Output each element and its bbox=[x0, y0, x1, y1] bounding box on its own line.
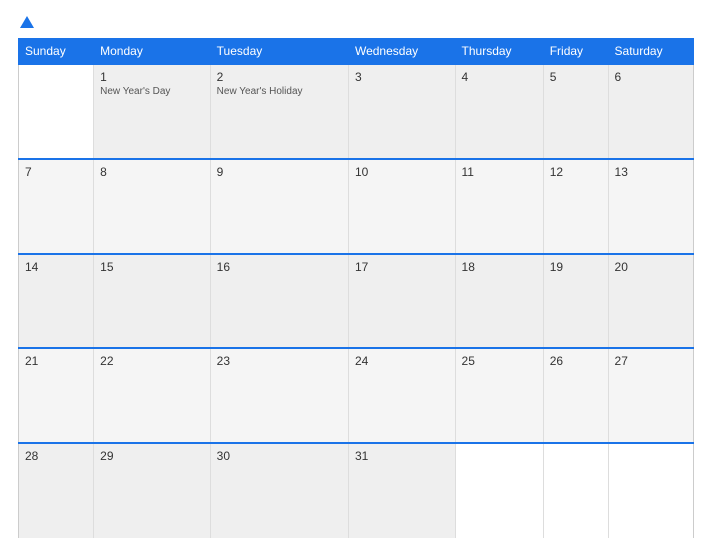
calendar-page: SundayMondayTuesdayWednesdayThursdayFrid… bbox=[0, 0, 712, 550]
calendar-cell: 31 bbox=[348, 443, 455, 538]
day-number: 31 bbox=[355, 449, 449, 463]
weekday-header-tuesday: Tuesday bbox=[210, 39, 348, 65]
calendar-body: 1 New Year's Day 2 New Year's Holiday 3456 78… bbox=[19, 64, 694, 538]
day-number: 12 bbox=[550, 165, 602, 179]
day-number: 17 bbox=[355, 260, 449, 274]
day-number: 10 bbox=[355, 165, 449, 179]
calendar-cell: 12 bbox=[543, 159, 608, 254]
day-number: 30 bbox=[217, 449, 342, 463]
calendar-week-row: 21 22 23 24 25 26 27 bbox=[19, 348, 694, 443]
calendar-cell: 10 bbox=[348, 159, 455, 254]
day-number: 27 bbox=[615, 354, 687, 368]
calendar-cell bbox=[543, 443, 608, 538]
day-number: 22 bbox=[100, 354, 204, 368]
calendar-cell: 14 bbox=[19, 254, 94, 349]
calendar-cell: 29 bbox=[94, 443, 211, 538]
day-number: 28 bbox=[25, 449, 87, 463]
day-number: 26 bbox=[550, 354, 602, 368]
calendar-cell: 22 bbox=[94, 348, 211, 443]
day-number: 20 bbox=[615, 260, 687, 274]
day-number: 21 bbox=[25, 354, 87, 368]
day-number: 7 bbox=[25, 165, 87, 179]
calendar-cell: 19 bbox=[543, 254, 608, 349]
day-number: 4 bbox=[462, 70, 537, 84]
calendar-cell: 2 New Year's Holiday bbox=[210, 64, 348, 159]
weekday-header-saturday: Saturday bbox=[608, 39, 693, 65]
day-number: 1 bbox=[100, 70, 204, 84]
calendar-cell: 5 bbox=[543, 64, 608, 159]
holiday-label: New Year's Holiday bbox=[217, 86, 342, 97]
calendar-cell bbox=[455, 443, 543, 538]
day-number: 11 bbox=[462, 165, 537, 179]
calendar-cell bbox=[19, 64, 94, 159]
day-number: 24 bbox=[355, 354, 449, 368]
calendar-cell: 15 bbox=[94, 254, 211, 349]
day-number: 3 bbox=[355, 70, 449, 84]
day-number: 23 bbox=[217, 354, 342, 368]
day-number: 15 bbox=[100, 260, 204, 274]
calendar-cell: 23 bbox=[210, 348, 348, 443]
weekday-header-friday: Friday bbox=[543, 39, 608, 65]
calendar-cell: 7 bbox=[19, 159, 94, 254]
calendar-table: SundayMondayTuesdayWednesdayThursdayFrid… bbox=[18, 38, 694, 538]
calendar-cell: 16 bbox=[210, 254, 348, 349]
calendar-cell: 8 bbox=[94, 159, 211, 254]
day-number: 16 bbox=[217, 260, 342, 274]
calendar-cell: 24 bbox=[348, 348, 455, 443]
calendar-cell: 11 bbox=[455, 159, 543, 254]
calendar-cell: 26 bbox=[543, 348, 608, 443]
calendar-cell: 17 bbox=[348, 254, 455, 349]
day-number: 8 bbox=[100, 165, 204, 179]
day-number: 29 bbox=[100, 449, 204, 463]
calendar-cell bbox=[608, 443, 693, 538]
holiday-label: New Year's Day bbox=[100, 86, 204, 97]
weekday-header-monday: Monday bbox=[94, 39, 211, 65]
day-number: 6 bbox=[615, 70, 687, 84]
calendar-cell: 6 bbox=[608, 64, 693, 159]
day-number: 14 bbox=[25, 260, 87, 274]
weekday-header-thursday: Thursday bbox=[455, 39, 543, 65]
calendar-cell: 28 bbox=[19, 443, 94, 538]
day-number: 18 bbox=[462, 260, 537, 274]
calendar-cell: 25 bbox=[455, 348, 543, 443]
calendar-cell: 1 New Year's Day bbox=[94, 64, 211, 159]
calendar-cell: 18 bbox=[455, 254, 543, 349]
day-number: 2 bbox=[217, 70, 342, 84]
day-number: 5 bbox=[550, 70, 602, 84]
day-number: 25 bbox=[462, 354, 537, 368]
calendar-cell: 20 bbox=[608, 254, 693, 349]
day-number: 9 bbox=[217, 165, 342, 179]
weekday-header-wednesday: Wednesday bbox=[348, 39, 455, 65]
calendar-week-row: 789 10 11 12 13 bbox=[19, 159, 694, 254]
calendar-cell: 3 bbox=[348, 64, 455, 159]
calendar-week-row: 28 29 30 31 bbox=[19, 443, 694, 538]
calendar-header-row: SundayMondayTuesdayWednesdayThursdayFrid… bbox=[19, 39, 694, 65]
calendar-cell: 9 bbox=[210, 159, 348, 254]
calendar-week-row: 1 New Year's Day 2 New Year's Holiday 3456 bbox=[19, 64, 694, 159]
calendar-cell: 21 bbox=[19, 348, 94, 443]
day-number: 19 bbox=[550, 260, 602, 274]
calendar-cell: 27 bbox=[608, 348, 693, 443]
day-number: 13 bbox=[615, 165, 687, 179]
calendar-cell: 13 bbox=[608, 159, 693, 254]
calendar-week-row: 14 15 16 17 18 19 20 bbox=[19, 254, 694, 349]
calendar-header bbox=[18, 18, 694, 30]
weekday-header-row: SundayMondayTuesdayWednesdayThursdayFrid… bbox=[19, 39, 694, 65]
logo-triangle-icon bbox=[20, 16, 34, 28]
calendar-cell: 30 bbox=[210, 443, 348, 538]
calendar-cell: 4 bbox=[455, 64, 543, 159]
logo bbox=[18, 18, 34, 30]
weekday-header-sunday: Sunday bbox=[19, 39, 94, 65]
